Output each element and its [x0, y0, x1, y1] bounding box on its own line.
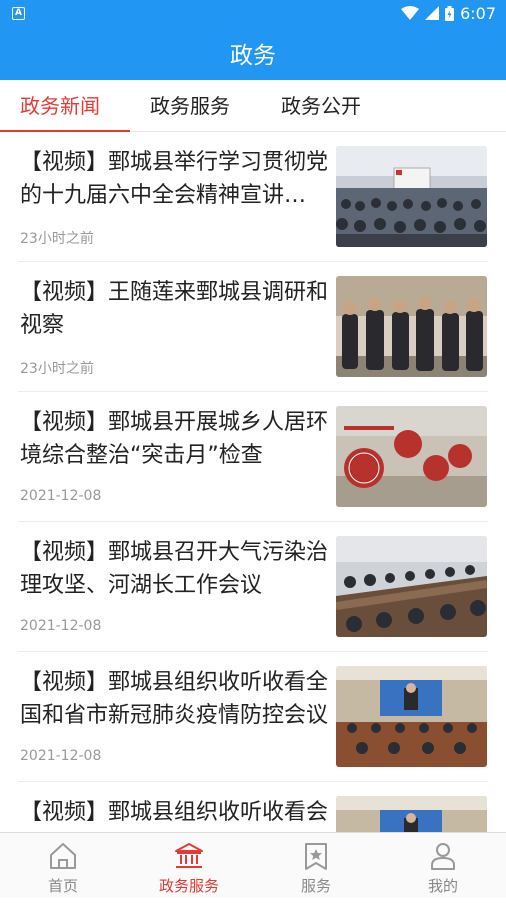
news-date: 23小时之前 — [20, 361, 94, 377]
nav-gov-service[interactable]: 政务服务 — [126, 833, 252, 899]
user-icon — [431, 843, 455, 870]
news-title: 【视频】鄄城县开展城乡人居环境综合整治“突击月”检查 — [20, 410, 328, 468]
news-title: 【视频】鄄城县举行学习贯彻党的十九届六中全会精神宣讲报告会 — [20, 150, 328, 208]
home-icon — [50, 843, 76, 869]
tab-gov-service[interactable]: 政务服务 — [150, 80, 230, 132]
status-time: 6:07 — [460, 3, 496, 23]
news-title: 【视频】王随莲来鄄城县调研和视察 — [20, 280, 328, 338]
wifi-icon — [401, 6, 420, 20]
news-title: 【视频】鄄城县召开大气污染治理攻坚、河湖长工作会议 — [20, 540, 328, 598]
news-item[interactable]: 【视频】鄄城县召开大气污染治理攻坚、河湖长工作会议 2021-12-08 — [18, 522, 488, 652]
news-thumbnail — [336, 146, 487, 247]
page-header: 政务 — [0, 26, 506, 80]
nav-home-label: 首页 — [47, 877, 78, 895]
nav-profile-label: 我的 — [427, 877, 458, 895]
news-thumbnail — [336, 406, 487, 507]
tab-gov-news[interactable]: 政务新闻 — [20, 80, 100, 132]
news-date: 23小时之前 — [20, 231, 94, 247]
government-building-icon — [175, 843, 203, 868]
nav-home[interactable]: 首页 — [0, 833, 126, 899]
nav-profile[interactable]: 我的 — [380, 833, 506, 899]
page-title: 政务 — [230, 43, 276, 69]
news-date: 2021-12-08 — [20, 618, 102, 634]
tab-gov-public[interactable]: 政务公开 — [281, 80, 361, 132]
news-date: 2021-12-08 — [20, 748, 102, 764]
bookmark-star-icon — [305, 843, 327, 870]
nav-service[interactable]: 服务 — [253, 833, 379, 899]
status-bar: A 6:07 — [0, 0, 506, 26]
app-notification-icon: A — [12, 6, 25, 20]
news-thumbnail — [336, 276, 487, 377]
news-item[interactable]: 【视频】鄄城县举行学习贯彻党的十九届六中全会精神宣讲报告会 23小时之前 — [18, 132, 488, 262]
signal-icon — [425, 6, 440, 20]
bottom-navigation: 首页 政务服务 服务 我的 — [0, 832, 506, 898]
category-tabs: 政务新闻 政务服务 政务公开 — [0, 80, 506, 132]
news-thumbnail — [336, 666, 487, 767]
news-item[interactable]: 【视频】鄄城县开展城乡人居环境综合整治“突击月”检查 2021-12-08 — [18, 392, 488, 522]
battery-icon — [445, 5, 455, 21]
news-date: 2021-12-08 — [20, 488, 102, 504]
news-item[interactable]: 【视频】王随莲来鄄城县调研和视察 23小时之前 — [18, 262, 488, 392]
nav-gov-service-label: 政务服务 — [158, 877, 219, 895]
news-thumbnail — [336, 536, 487, 637]
nav-service-label: 服务 — [300, 877, 331, 895]
news-title: 【视频】鄄城县组织收听收看全国和省市新冠肺炎疫情防控会议 — [20, 670, 328, 728]
news-item[interactable]: 【视频】鄄城县组织收听收看全国和省市新冠肺炎疫情防控会议 2021-12-08 — [18, 652, 488, 782]
